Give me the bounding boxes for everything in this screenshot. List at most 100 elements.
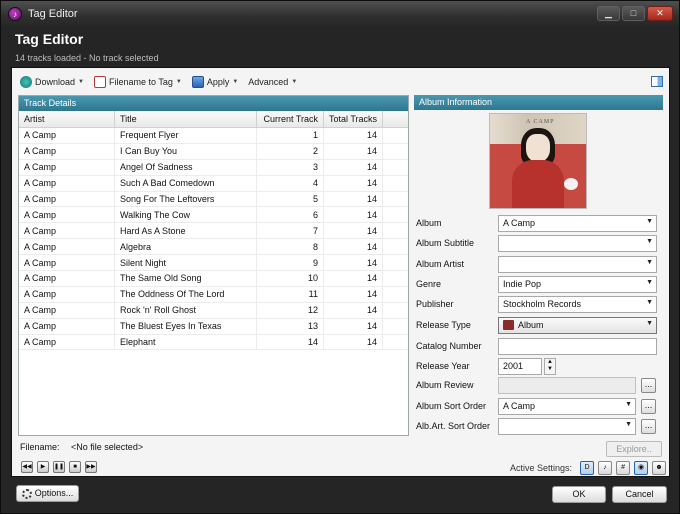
track-current-cell: 2 [257, 143, 324, 159]
track-details-panel: Track Details Artist Title Current Track… [18, 95, 409, 436]
album-subtitle-combo[interactable]: ▼ [498, 234, 657, 252]
close-button[interactable]: ✕ [647, 6, 673, 21]
cancel-button[interactable]: Cancel [612, 486, 667, 503]
cover-setting-icon[interactable]: ◉ [634, 461, 649, 475]
lyrics-setting-icon[interactable]: ♪ [598, 461, 613, 475]
track-title-cell: The Oddness Of The Lord [115, 286, 257, 302]
download-label: Download [35, 77, 76, 87]
chevron-down-icon: ▼ [291, 79, 298, 85]
play-icon[interactable]: ▶ [37, 461, 49, 473]
publisher-combo[interactable]: Stockholm Records ▼ [498, 295, 657, 313]
genre-row: Genre Indie Pop ▼ [416, 275, 663, 293]
track-current-cell: 4 [257, 175, 324, 191]
alb-art-sort-order-combo[interactable]: ▼ [498, 417, 636, 435]
track-title-cell: Song For The Leftovers [115, 191, 257, 207]
genre-combo[interactable]: Indie Pop ▼ [498, 275, 657, 293]
chevron-down-icon: ▼ [175, 79, 182, 85]
track-number-setting-icon[interactable]: # [616, 461, 631, 475]
album-row: Album A Camp ▼ [416, 214, 663, 232]
release-year-stepper[interactable]: ▲ ▼ [544, 357, 556, 375]
track-title-cell: Elephant [115, 334, 257, 350]
apply-button[interactable]: Apply ▼ [190, 75, 240, 89]
next-track-icon[interactable]: ▶▶ [85, 461, 97, 473]
title-bar[interactable]: ♪ Tag Editor ▁ □ ✕ [1, 1, 679, 27]
table-row[interactable]: A Camp The Oddness Of The Lord 11 14 [19, 286, 408, 303]
apply-icon [191, 76, 204, 88]
stop-icon[interactable]: ■ [69, 461, 81, 473]
download-button[interactable]: Download ▼ [18, 75, 86, 89]
previous-track-icon[interactable]: ◀◀ [21, 461, 33, 473]
page-title: Tag Editor [15, 31, 84, 47]
table-row[interactable]: A Camp Hard As A Stone 7 14 [19, 223, 408, 240]
filename-row: Filename: <No file selected> [20, 442, 143, 452]
advanced-button[interactable]: Advanced ▼ [246, 76, 299, 88]
track-title-cell: The Same Old Song [115, 271, 257, 286]
track-title-cell: Silent Night [115, 255, 257, 271]
track-current-cell: 12 [257, 302, 324, 318]
track-total-cell: 14 [324, 143, 383, 159]
album-artist-label: Album Artist [416, 259, 465, 269]
column-header-total-tracks[interactable]: Total Tracks [324, 111, 383, 127]
table-row[interactable]: A Camp Frequent Flyer 1 14 [19, 128, 408, 144]
track-details-heading: Track Details [19, 96, 408, 111]
album-cover-image[interactable]: A CAMP [489, 113, 587, 209]
apply-label: Apply [206, 77, 230, 87]
chevron-down-icon[interactable]: ▼ [625, 401, 632, 408]
filename-to-tag-icon [93, 76, 106, 88]
gear-icon [21, 488, 32, 499]
chevron-down-icon[interactable]: ▼ [646, 259, 653, 266]
track-current-cell: 6 [257, 207, 324, 223]
alb-art-sort-order-edit-button[interactable]: ... [641, 418, 656, 434]
track-total-cell: 14 [324, 334, 383, 350]
album-artist-combo[interactable]: ▼ [498, 255, 657, 273]
album-review-row: Album Review ... [416, 376, 663, 394]
table-row[interactable]: A Camp I Can Buy You 2 14 [19, 143, 408, 160]
chevron-down-icon[interactable]: ▼ [646, 279, 653, 286]
toggle-panel-icon[interactable] [651, 76, 663, 87]
chevron-down-icon[interactable]: ▼ [625, 421, 632, 428]
track-current-cell: 3 [257, 159, 324, 175]
user-setting-icon[interactable]: ☻ [652, 461, 667, 475]
catalog-number-input[interactable] [498, 337, 657, 355]
chevron-down-icon[interactable]: ▼ [646, 299, 653, 306]
table-row[interactable]: A Camp Silent Night 9 14 [19, 255, 408, 272]
table-row[interactable]: A Camp Rock 'n' Roll Ghost 12 14 [19, 302, 408, 319]
track-table-body: A Camp Frequent Flyer 1 14 A Camp I Can Buy Y… [19, 128, 408, 351]
album-review-edit-button[interactable]: ... [641, 377, 656, 393]
table-row[interactable]: A Camp Walking The Cow 6 14 [19, 207, 408, 224]
column-header-current-track[interactable]: Current Track [257, 111, 324, 127]
chevron-down-icon[interactable]: ▼ [646, 218, 653, 225]
release-type-select[interactable]: Album ▼ [498, 316, 657, 334]
release-year-input[interactable]: 2001 [498, 357, 542, 375]
track-total-cell: 14 [324, 239, 383, 255]
table-row[interactable]: A Camp Elephant 14 14 [19, 334, 408, 351]
album-sort-order-edit-button[interactable]: ... [641, 398, 656, 414]
minimize-button[interactable]: ▁ [597, 6, 620, 21]
table-row[interactable]: A Camp Such A Bad Comedown 4 14 [19, 175, 408, 192]
track-current-cell: 1 [257, 128, 324, 143]
album-review-field[interactable] [498, 376, 636, 394]
track-artist-cell: A Camp [19, 255, 115, 271]
track-title-cell: I Can Buy You [115, 143, 257, 159]
options-button[interactable]: Options... [16, 485, 79, 502]
column-header-artist[interactable]: Artist [19, 111, 115, 127]
album-combo[interactable]: A Camp ▼ [498, 214, 657, 232]
track-title-cell: Frequent Flyer [115, 128, 257, 143]
column-header-title[interactable]: Title [115, 111, 257, 127]
table-row[interactable]: A Camp Song For The Leftovers 5 14 [19, 191, 408, 208]
table-row[interactable]: A Camp Algebra 8 14 [19, 239, 408, 256]
table-row[interactable]: A Camp The Same Old Song 10 14 [19, 271, 408, 287]
album-subtitle-label: Album Subtitle [416, 238, 475, 248]
pause-icon[interactable]: ❚❚ [53, 461, 65, 473]
maximize-button[interactable]: □ [622, 6, 645, 21]
document-setting-icon[interactable]: D [580, 461, 595, 475]
ok-button[interactable]: OK [552, 486, 606, 503]
explore-button[interactable]: Explore.. [606, 441, 662, 457]
album-information-panel: Album Information A CAMP Album A Camp ▼ A… [414, 95, 663, 436]
table-row[interactable]: A Camp Angel Of Sadness 3 14 [19, 159, 408, 176]
chevron-down-icon[interactable]: ▼ [646, 238, 653, 245]
filename-to-tag-button[interactable]: Filename to Tag ▼ [92, 75, 184, 89]
table-row[interactable]: A Camp The Bluest Eyes In Texas 13 14 [19, 318, 408, 335]
album-sort-order-combo[interactable]: A Camp ▼ [498, 397, 636, 415]
chevron-down-icon[interactable]: ▼ [646, 320, 653, 327]
